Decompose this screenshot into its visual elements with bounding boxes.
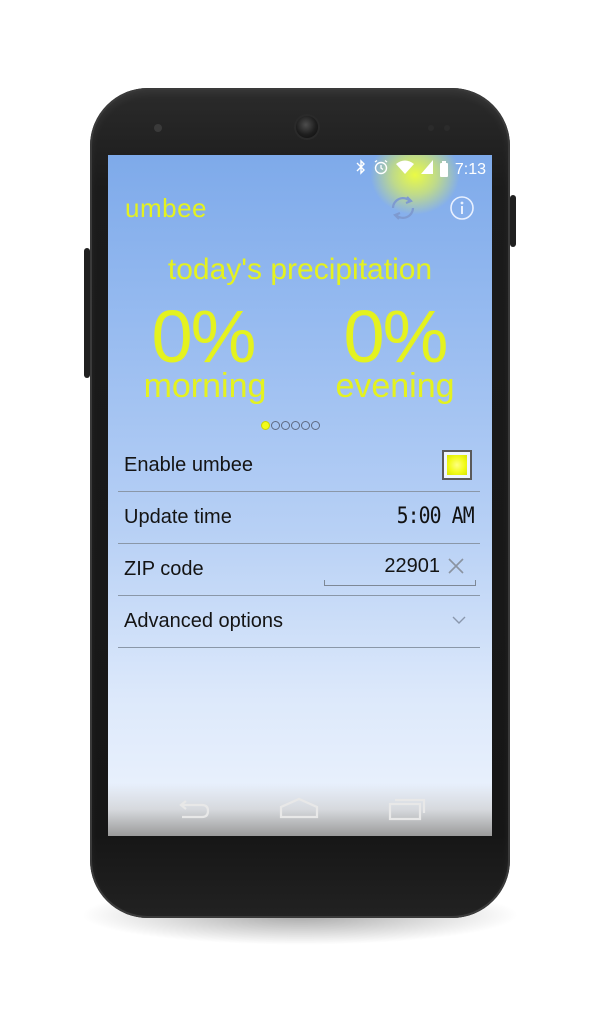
refresh-icon xyxy=(391,196,415,220)
clear-zip-button[interactable] xyxy=(446,556,466,576)
recent-apps-button[interactable] xyxy=(386,793,428,823)
info-button[interactable] xyxy=(449,195,475,221)
update-time-row[interactable]: Update time 5:00 AM xyxy=(118,491,480,544)
recent-apps-icon xyxy=(388,798,426,821)
alarm-icon xyxy=(373,159,389,180)
zip-code-input[interactable] xyxy=(324,555,440,578)
update-time-value[interactable]: 5:00 AM xyxy=(397,504,475,529)
advanced-options-row[interactable]: Advanced options xyxy=(118,595,480,648)
zip-code-row: ZIP code xyxy=(118,543,480,596)
morning-precipitation-value: 0% xyxy=(151,295,257,378)
signal-icon xyxy=(420,160,433,179)
update-time-label: Update time xyxy=(124,506,232,528)
evening-label: evening xyxy=(335,367,455,405)
page-dot[interactable] xyxy=(311,421,320,430)
bluetooth-icon xyxy=(356,159,366,180)
refresh-button[interactable] xyxy=(386,191,420,225)
back-icon xyxy=(179,800,210,819)
page-dot[interactable] xyxy=(291,421,300,430)
battery-icon xyxy=(439,160,448,177)
home-icon xyxy=(279,797,319,819)
zip-code-field[interactable] xyxy=(324,553,476,586)
close-icon xyxy=(448,558,464,574)
precipitation-title: today's precipitation xyxy=(167,253,433,286)
navigation-bar xyxy=(108,783,492,836)
page-dot[interactable] xyxy=(281,421,290,430)
front-sensor xyxy=(154,124,162,132)
enable-umbee-row[interactable]: Enable umbee xyxy=(118,439,480,492)
enable-umbee-label: Enable umbee xyxy=(124,454,253,476)
light-sensor xyxy=(444,125,450,131)
evening-precipitation-value: 0% xyxy=(343,295,449,378)
morning-label: morning xyxy=(143,367,267,405)
page-dot[interactable] xyxy=(261,421,270,430)
home-button[interactable] xyxy=(278,793,320,823)
page-dot[interactable] xyxy=(301,421,310,430)
enable-umbee-checkbox[interactable] xyxy=(442,450,472,480)
page-dot[interactable] xyxy=(271,421,280,430)
status-bar: 7:13 xyxy=(108,155,492,181)
power-button xyxy=(510,195,516,247)
advanced-options-label: Advanced options xyxy=(124,610,284,632)
screen: 7:13 umbee today's precipitation 0% 0% m… xyxy=(108,155,492,836)
wifi-icon xyxy=(395,160,414,179)
info-icon xyxy=(450,196,474,220)
checkbox-check xyxy=(447,455,467,475)
chevron-down-icon xyxy=(452,616,466,624)
earpiece-speaker xyxy=(296,116,318,138)
page-indicator[interactable] xyxy=(261,421,320,430)
proximity-sensor xyxy=(428,125,434,131)
zip-code-label: ZIP code xyxy=(124,558,204,580)
back-button[interactable] xyxy=(172,793,214,823)
app-title: umbee xyxy=(125,193,207,223)
status-clock: 7:13 xyxy=(454,160,486,178)
